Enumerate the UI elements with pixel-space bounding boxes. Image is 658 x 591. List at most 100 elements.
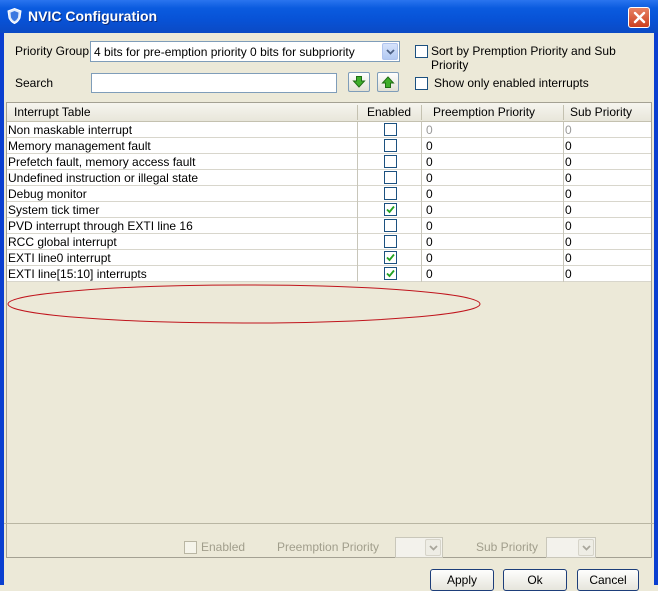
sub-priority-cell[interactable]: 0 (565, 267, 572, 281)
interrupt-enabled-checkbox[interactable] (384, 155, 397, 168)
selected-preemption-select[interactable] (395, 537, 443, 558)
preemption-priority-cell[interactable]: 0 (426, 187, 433, 201)
preemption-priority-cell[interactable]: 0 (426, 155, 433, 169)
preemption-priority-cell[interactable]: 0 (426, 203, 433, 217)
selected-sub-priority-select[interactable] (546, 537, 596, 558)
column-divider (421, 218, 422, 234)
interrupt-name: Memory management fault (8, 139, 151, 153)
table-row[interactable]: EXTI line0 interrupt 0 0 (7, 250, 651, 266)
selected-enabled-checkbox[interactable] (184, 541, 197, 554)
table-row[interactable]: Memory management fault 0 0 (7, 138, 651, 154)
table-row[interactable]: System tick timer 0 0 (7, 202, 651, 218)
bottom-divider (4, 523, 654, 524)
ok-button[interactable]: Ok (503, 569, 567, 591)
sub-priority-cell[interactable]: 0 (565, 171, 572, 185)
selected-sub-priority-label: Sub Priority (476, 540, 539, 554)
column-divider (357, 170, 358, 186)
check-icon (386, 253, 395, 262)
column-divider (421, 170, 422, 186)
header-sub-priority[interactable]: Sub Priority (570, 105, 632, 119)
interrupt-name: Undefined instruction or illegal state (8, 171, 199, 185)
preemption-priority-cell[interactable]: 0 (426, 235, 433, 249)
interrupt-enabled-checkbox[interactable] (384, 187, 397, 200)
interrupt-enabled-checkbox[interactable] (384, 267, 397, 280)
table-row[interactable]: RCC global interrupt 0 0 (7, 234, 651, 250)
preemption-priority-cell[interactable]: 0 (426, 171, 433, 185)
column-divider (421, 186, 422, 202)
chevron-down-icon[interactable] (425, 539, 441, 556)
table-header: Interrupt Table Enabled Preemption Prior… (7, 103, 651, 122)
header-interrupt-table[interactable]: Interrupt Table (14, 105, 91, 119)
close-button[interactable] (628, 7, 650, 28)
interrupt-enabled-checkbox[interactable] (384, 123, 397, 136)
column-divider (421, 234, 422, 250)
interrupt-name: System tick timer (8, 203, 100, 217)
search-input[interactable] (91, 73, 337, 93)
window-title: NVIC Configuration (28, 8, 158, 24)
preemption-priority-cell[interactable]: 0 (426, 139, 433, 153)
header-preemption-priority[interactable]: Preemption Priority (433, 105, 535, 119)
column-divider (563, 266, 564, 282)
search-previous-button[interactable] (377, 72, 399, 92)
interrupt-name: EXTI line[15:10] interrupts (8, 267, 147, 281)
interrupt-enabled-checkbox[interactable] (384, 235, 397, 248)
table-row[interactable]: Debug monitor 0 0 (7, 186, 651, 202)
preemption-priority-cell[interactable]: 0 (426, 251, 433, 265)
column-divider (563, 138, 564, 154)
column-divider (357, 138, 358, 154)
interrupt-enabled-checkbox[interactable] (384, 203, 397, 216)
show-enabled-checkbox[interactable] (415, 77, 428, 90)
header-enabled[interactable]: Enabled (367, 105, 411, 119)
column-divider (563, 170, 564, 186)
preemption-priority-cell[interactable]: 0 (426, 267, 433, 281)
interrupt-enabled-checkbox[interactable] (384, 171, 397, 184)
sub-priority-cell[interactable]: 0 (565, 139, 572, 153)
dialog-body: Priority Group 4 bits for pre-emption pr… (4, 33, 654, 591)
apply-button[interactable]: Apply (430, 569, 494, 591)
column-divider (563, 186, 564, 202)
table-row[interactable]: PVD interrupt through EXTI line 16 0 0 (7, 218, 651, 234)
show-enabled-label: Show only enabled interrupts (434, 76, 589, 90)
column-divider (357, 186, 358, 202)
table-row[interactable]: Prefetch fault, memory access fault 0 0 (7, 154, 651, 170)
interrupt-name: PVD interrupt through EXTI line 16 (8, 219, 193, 233)
sub-priority-cell[interactable]: 0 (565, 235, 572, 249)
search-label: Search (15, 76, 54, 90)
interrupt-table: Interrupt Table Enabled Preemption Prior… (6, 102, 652, 558)
chevron-down-icon[interactable] (382, 43, 398, 60)
interrupt-enabled-checkbox[interactable] (384, 251, 397, 264)
sort-by-priority-checkbox[interactable] (415, 45, 428, 58)
sub-priority-cell[interactable]: 0 (565, 251, 572, 265)
column-divider (357, 154, 358, 170)
column-divider (563, 202, 564, 218)
sub-priority-cell[interactable]: 0 (565, 203, 572, 217)
arrow-down-icon (352, 76, 366, 88)
priority-group-value: 4 bits for pre-emption priority 0 bits f… (94, 45, 355, 59)
header-divider[interactable] (357, 105, 358, 120)
table-row[interactable]: Non maskable interrupt 0 0 (7, 122, 651, 138)
cancel-button[interactable]: Cancel (577, 569, 639, 591)
interrupt-enabled-checkbox[interactable] (384, 139, 397, 152)
title-bar[interactable]: NVIC Configuration (0, 0, 658, 33)
column-divider (357, 202, 358, 218)
chevron-down-icon[interactable] (578, 539, 594, 556)
header-divider[interactable] (421, 105, 422, 120)
column-divider (421, 202, 422, 218)
preemption-priority-cell[interactable]: 0 (426, 219, 433, 233)
sub-priority-cell: 0 (565, 123, 572, 137)
sub-priority-cell[interactable]: 0 (565, 155, 572, 169)
search-next-button[interactable] (348, 72, 370, 92)
column-divider (357, 234, 358, 250)
column-divider (357, 218, 358, 234)
header-divider[interactable] (563, 105, 564, 120)
table-row[interactable]: Undefined instruction or illegal state 0 0 (7, 170, 651, 186)
selected-preemption-label: Preemption Priority (277, 540, 380, 554)
column-divider (563, 234, 564, 250)
column-divider (563, 218, 564, 234)
table-row[interactable]: EXTI line[15:10] interrupts 0 0 (7, 266, 651, 282)
interrupt-enabled-checkbox[interactable] (384, 219, 397, 232)
interrupt-name: Non maskable interrupt (8, 123, 133, 137)
sub-priority-cell[interactable]: 0 (565, 187, 572, 201)
sub-priority-cell[interactable]: 0 (565, 219, 572, 233)
priority-group-select[interactable]: 4 bits for pre-emption priority 0 bits f… (90, 41, 400, 62)
